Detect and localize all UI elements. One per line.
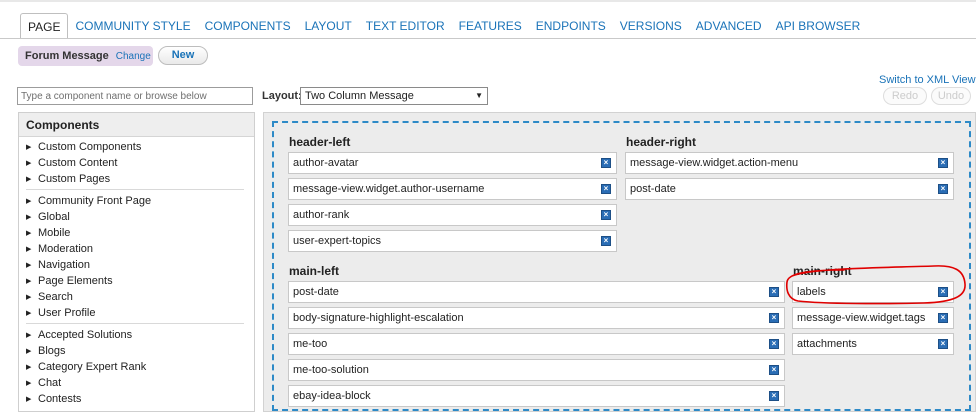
component-category[interactable]: ▶ Chat [26,375,254,391]
region-title-main-left: main-left [289,264,340,278]
component-category[interactable]: ▶ Custom Pages [26,171,254,187]
remove-icon[interactable]: × [769,313,779,323]
component-category[interactable]: ▶ Navigation [26,257,254,273]
remove-icon[interactable]: × [938,339,948,349]
layout-component[interactable]: message-view.widget.tags × [792,307,954,329]
component-category[interactable]: ▶ Category Expert Rank [26,359,254,375]
remove-icon[interactable]: × [601,236,611,246]
list-divider [26,323,244,324]
layout-component[interactable]: me-too-solution × [288,359,785,381]
template-chip: Forum Message Change [18,46,153,66]
tab-bar: PAGE COMMUNITY STYLE COMPONENTS LAYOUT T… [20,12,868,39]
region-title-header-left: header-left [289,135,351,149]
tab-components[interactable]: COMPONENTS [198,13,298,39]
expand-arrow-icon: ▶ [26,396,32,403]
top-divider [0,0,976,2]
expand-arrow-icon: ▶ [26,198,32,205]
component-search-input[interactable] [17,87,253,105]
undo-button[interactable]: Undo [931,87,971,105]
tab-page[interactable]: PAGE [20,13,69,39]
components-list: ▶ Custom Components ▶ Custom Content ▶ Cust… [19,137,254,407]
expand-arrow-icon: ▶ [26,214,32,221]
tab-versions[interactable]: VERSIONS [613,13,689,39]
remove-icon[interactable]: × [938,313,948,323]
component-category[interactable]: ▶ Blogs [26,343,254,359]
layout-component[interactable]: attachments × [792,333,954,355]
list-divider [26,189,244,190]
expand-arrow-icon: ▶ [26,262,32,269]
component-category[interactable]: ▶ Community Front Page [26,193,254,209]
expand-arrow-icon: ▶ [26,332,32,339]
component-category[interactable]: ▶ Moderation [26,241,254,257]
remove-icon[interactable]: × [601,210,611,220]
layout-component[interactable]: post-date × [288,281,785,303]
expand-arrow-icon: ▶ [26,310,32,317]
layout-component[interactable]: me-too × [288,333,785,355]
remove-icon[interactable]: × [938,158,948,168]
expand-arrow-icon: ▶ [26,230,32,237]
tab-endpoints[interactable]: ENDPOINTS [529,13,613,39]
layout-component[interactable]: message-view.widget.author-username × [288,178,617,200]
layout-component[interactable]: author-rank × [288,204,617,226]
components-header: Components [19,113,254,137]
new-button[interactable]: New [158,46,208,65]
layout-label: Layout: [262,90,302,102]
components-panel: Components ▶ Custom Components ▶ Custom Co… [18,112,255,412]
expand-arrow-icon: ▶ [26,380,32,387]
template-name: Forum Message [25,50,109,62]
remove-icon[interactable]: × [601,184,611,194]
expand-arrow-icon: ▶ [26,348,32,355]
remove-icon[interactable]: × [769,339,779,349]
region-title-header-right: header-right [626,135,697,149]
redo-button[interactable]: Redo [883,87,927,105]
component-category[interactable]: ▶ Page Elements [26,273,254,289]
template-change-link[interactable]: Change [116,51,151,62]
tab-api-browser[interactable]: API BROWSER [769,13,868,39]
tab-features[interactable]: FEATURES [452,13,529,39]
component-category[interactable]: ▶ Custom Content [26,155,254,171]
switch-to-xml-label[interactable]: Switch to XML View [879,74,976,86]
remove-icon[interactable]: × [938,184,948,194]
remove-icon[interactable]: × [769,287,779,297]
expand-arrow-icon: ▶ [26,294,32,301]
component-category[interactable]: ▶ Custom Components [26,139,254,155]
region-title-main-right: main-right [793,264,852,278]
remove-icon[interactable]: × [769,365,779,375]
layout-component[interactable]: user-expert-topics × [288,230,617,252]
layout-component[interactable]: message-view.widget.action-menu × [625,152,954,174]
layout-select[interactable]: Two Column Message ▼ [300,87,488,105]
component-category[interactable]: ▶ Mobile [26,225,254,241]
layout-select-value: Two Column Message [305,90,414,102]
expand-arrow-icon: ▶ [26,144,32,151]
expand-arrow-icon: ▶ [26,278,32,285]
component-category[interactable]: ▶ Accepted Solutions [26,327,254,343]
tab-text-editor[interactable]: TEXT EDITOR [359,13,452,39]
dropdown-arrow-icon: ▼ [475,91,483,100]
component-category[interactable]: ▶ Global [26,209,254,225]
layout-component[interactable]: labels × [792,281,954,303]
component-category[interactable]: ▶ Search [26,289,254,305]
tab-community-style[interactable]: COMMUNITY STYLE [68,13,197,39]
tab-bar-divider [0,38,976,39]
expand-arrow-icon: ▶ [26,176,32,183]
component-category[interactable]: ▶ Contests [26,391,254,407]
layout-component[interactable]: post-date × [625,178,954,200]
remove-icon[interactable]: × [601,158,611,168]
expand-arrow-icon: ▶ [26,246,32,253]
expand-arrow-icon: ▶ [26,364,32,371]
tab-layout[interactable]: LAYOUT [298,13,359,39]
expand-arrow-icon: ▶ [26,160,32,167]
layout-component[interactable]: body-signature-highlight-escalation × [288,307,785,329]
switch-to-xml-link[interactable]: Switch to XML View [879,74,976,86]
component-category[interactable]: ▶ User Profile [26,305,254,321]
remove-icon[interactable]: × [938,287,948,297]
layout-component[interactable]: ebay-idea-block × [288,385,785,407]
layout-component[interactable]: author-avatar × [288,152,617,174]
tab-advanced[interactable]: ADVANCED [689,13,769,39]
